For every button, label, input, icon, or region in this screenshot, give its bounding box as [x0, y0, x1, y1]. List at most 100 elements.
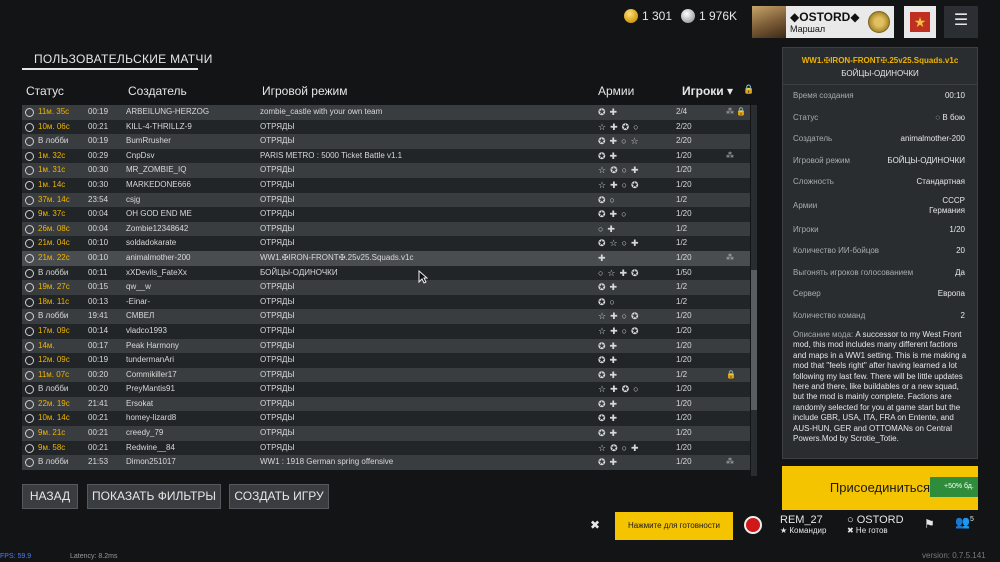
- table-row[interactable]: В лобби 00:11 xXDevils_FateXx БОЙЦЫ-ОДИНОЧК…: [22, 265, 750, 281]
- row-players: 1/2: [676, 223, 688, 233]
- table-row[interactable]: 22м. 19с 21:41 Ersokat ОТРЯДЫ ✪✚ 1/20: [22, 396, 750, 412]
- profile-card[interactable]: ◆OSTORD◆ Маршал: [752, 6, 894, 38]
- row-creator: vladco1993: [126, 325, 167, 335]
- row-creator: OH GOD END ME: [126, 209, 192, 219]
- col-status[interactable]: Статус: [26, 84, 64, 98]
- battle-icon: [25, 224, 34, 234]
- row-mode: ОТРЯДЫ: [260, 325, 295, 335]
- row-status: 11м. 07с: [38, 369, 70, 379]
- record-icon[interactable]: [744, 516, 762, 534]
- show-filters-button[interactable]: ПОКАЗАТЬ ФИЛЬТРЫ: [87, 484, 221, 509]
- row-armies: ✪☆○✚: [598, 238, 643, 249]
- row-creator: -Einar-: [126, 296, 151, 306]
- col-creator[interactable]: Создатель: [128, 84, 187, 98]
- match-details-panel: WW1.✠IRON-FRONT✠.25v25.Squads.v1c БОЙЦЫ-…: [782, 47, 978, 459]
- row-mode: ОТРЯДЫ: [260, 384, 295, 394]
- table-row[interactable]: 9м. 37с 00:04 OH GOD END ME ОТРЯДЫ ✪✚○ 1/20: [22, 207, 750, 222]
- row-armies: ✪✚: [598, 150, 622, 161]
- panel-row-value: Да: [955, 267, 965, 277]
- table-row[interactable]: 26м. 08с 00:04 Zombie12348642 ОТРЯДЫ ○✚ 1/2: [22, 221, 750, 237]
- table-row[interactable]: 12м. 09с 00:19 tundermanAri ОТРЯДЫ ✪✚ 1/20: [22, 353, 750, 368]
- table-row[interactable]: В лобби 00:20 PreyMantis91 ОТРЯДЫ ☆✚✪○ 1/20: [22, 382, 750, 397]
- table-row[interactable]: 37м. 14с 23:54 csjg ОТРЯДЫ ✪○ 1/2: [22, 192, 750, 208]
- table-row[interactable]: В лобби 00:19 BumRrusher ОТРЯДЫ ✪✚○☆ 2/20: [22, 134, 750, 149]
- table-row[interactable]: 17м. 09с 00:14 vladco1993 ОТРЯДЫ ☆✚○✪ 1/20: [22, 323, 750, 339]
- scrollbar-thumb[interactable]: [751, 270, 757, 410]
- squad-player-1[interactable]: REM_27 ★ Командир: [780, 514, 826, 535]
- panel-row-value: 2: [960, 310, 965, 320]
- gold-coin-icon: [624, 9, 638, 23]
- col-lock[interactable]: 🔒: [743, 84, 754, 95]
- row-players: 1/20: [676, 413, 692, 423]
- star-rank-icon: ★: [910, 12, 930, 32]
- row-mode: ОТРЯДЫ: [260, 428, 295, 438]
- row-mode: zombie_castle with your own team: [260, 107, 383, 116]
- table-row[interactable]: 9м. 58с 00:21 Redwine__84 ОТРЯДЫ ☆✪○✚ 1/20: [22, 440, 750, 456]
- description-text: A successor to my West Front mod, this m…: [793, 330, 967, 444]
- table-row[interactable]: 19м. 27с 00:15 qw__w ОТРЯДЫ ✪✚ 1/2: [22, 280, 750, 295]
- table-row[interactable]: 11м. 35с 00:19 ARBEILUNG-HERZOG zombie_cast…: [22, 105, 750, 120]
- menu-button[interactable]: ☰: [944, 6, 978, 38]
- row-flags: ⁂ 🔒: [726, 107, 747, 116]
- rank-button[interactable]: ★: [904, 6, 936, 38]
- people-button[interactable]: 👥5: [955, 515, 974, 529]
- table-row[interactable]: 1м. 31с 00:30 MR_ZOMBIE_IQ ОТРЯДЫ ☆✪○✚ 1/20: [22, 163, 750, 178]
- table-row[interactable]: 18м. 11с 00:13 -Einar- ОТРЯДЫ ✪○ 1/2: [22, 294, 750, 310]
- flag-icon[interactable]: ⚑: [924, 517, 935, 531]
- table-row[interactable]: 14м. 00:17 Peak Harmony ОТРЯДЫ ✪✚ 1/20: [22, 338, 750, 354]
- panel-row-value: animalmother-200: [900, 134, 965, 143]
- table-row[interactable]: В лобби 19:41 СМВЕЛ ОТРЯДЫ ☆✚○✪ 1/20: [22, 309, 750, 324]
- row-time: 00:30: [88, 165, 109, 175]
- medal-icon: [868, 11, 890, 33]
- table-row[interactable]: 11м. 07с 00:20 Commikiller17 ОТРЯДЫ ✪✚ 1/2 🔒: [22, 367, 750, 383]
- row-time: 00:21: [88, 413, 109, 423]
- row-status: 21м. 04с: [38, 238, 70, 248]
- row-armies: ✪✚: [598, 340, 622, 351]
- row-mode: ОТРЯДЫ: [260, 209, 295, 219]
- row-time: 21:41: [88, 398, 109, 408]
- row-creator: homey-lizard8: [126, 413, 177, 423]
- army-1: СССР: [942, 195, 965, 205]
- table-row[interactable]: 1м. 32с 00:29 CnpDsv PARIS METRO : 5000 Tic…: [22, 148, 750, 164]
- row-armies: ☆✪○✚: [598, 165, 643, 176]
- row-mode: ОТРЯДЫ: [260, 413, 295, 423]
- squad-player-2[interactable]: ○ OSTORD ✖ Не готов: [847, 514, 904, 535]
- row-status: В лобби: [38, 267, 69, 277]
- panel-row-label: Количество ИИ-бойцов: [793, 246, 880, 255]
- col-players[interactable]: Игроки ▾: [682, 84, 733, 98]
- row-time: 00:20: [88, 384, 109, 394]
- row-mode: ОТРЯДЫ: [260, 355, 295, 365]
- battle-icon: [25, 253, 34, 263]
- row-creator: soldadokarate: [126, 238, 177, 248]
- table-row[interactable]: 1м. 14с 00:30 MARKEDONE666 ОТРЯДЫ ☆✚○✪ 1/20: [22, 177, 750, 193]
- close-icon[interactable]: ✖: [590, 518, 600, 532]
- row-time: 00:04: [88, 223, 109, 233]
- table-row[interactable]: 10м. 14с 00:21 homey-lizard8 ОТРЯДЫ ✪✚ 1/20: [22, 411, 750, 427]
- row-creator: Zombie12348642: [126, 223, 189, 233]
- row-players: 2/20: [676, 121, 692, 131]
- match-table[interactable]: 11м. 35с 00:19 ARBEILUNG-HERZOG zombie_cast…: [22, 105, 750, 476]
- row-players: 1/20: [676, 179, 692, 189]
- lobby-icon: [25, 385, 34, 395]
- create-game-button[interactable]: СОЗДАТЬ ИГРУ: [229, 484, 329, 509]
- table-row[interactable]: 10м. 06с 00:21 KILL-4-THRILLZ-9 ОТРЯДЫ ☆✚✪○ 2…: [22, 119, 750, 135]
- table-row[interactable]: 21м. 22с 00:10 animalmother-200 WW1.✠IRON-F…: [22, 250, 750, 266]
- row-armies: ✪✚: [598, 457, 622, 468]
- profile-name: ◆OSTORD◆: [790, 10, 860, 24]
- row-status: 26м. 08с: [38, 223, 70, 233]
- table-row[interactable]: 9м. 21с 00:21 creedy_79 ОТРЯДЫ ✪✚ 1/20: [22, 426, 750, 441]
- col-mode[interactable]: Игровой режим: [262, 84, 348, 98]
- table-row[interactable]: 21м. 04с 00:10 soldadokarate ОТРЯДЫ ✪☆○✚ 1/2: [22, 236, 750, 251]
- row-creator: Dimon251017: [126, 457, 176, 467]
- battle-icon: [25, 166, 34, 176]
- battle-icon: [25, 341, 34, 351]
- col-armies[interactable]: Армии: [598, 84, 634, 98]
- row-time: 00:13: [88, 296, 109, 306]
- back-button[interactable]: НАЗАД: [22, 484, 78, 509]
- table-row[interactable]: В лобби 21:53 Dimon251017 WW1 : 1918 German…: [22, 455, 750, 470]
- panel-title: WW1.✠IRON-FRONT✠.25v25.Squads.v1c: [801, 56, 959, 65]
- row-status: 19м. 27с: [38, 282, 70, 292]
- row-status: 17м. 09с: [38, 325, 70, 335]
- row-armies: ○✚: [598, 223, 619, 234]
- ready-button[interactable]: Нажмите для готовности: [615, 512, 733, 540]
